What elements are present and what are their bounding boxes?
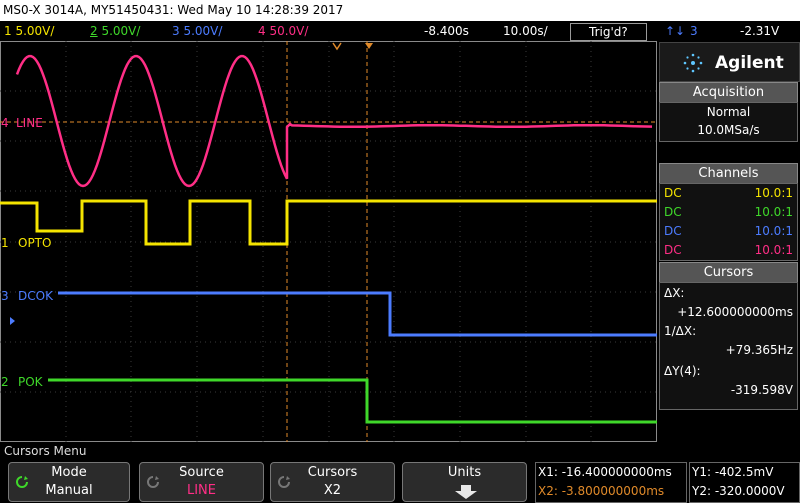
opto-channel-number: 1 — [1, 236, 9, 250]
units-softkey[interactable]: Units — [402, 462, 527, 502]
pok-label: POK — [18, 375, 44, 389]
trigger-edge-icon: ↑↓ — [665, 24, 686, 38]
ch4-coupling: DC — [664, 243, 682, 257]
units-softkey-label: Units — [447, 465, 482, 480]
ch4-probe: 10.0:1 — [754, 243, 793, 257]
trigger-level[interactable]: -2.31V — [740, 21, 779, 41]
submenu-arrow-down-icon — [455, 485, 477, 499]
source-softkey-label: Source — [179, 465, 224, 480]
mode-softkey-label: Mode — [51, 465, 87, 480]
pok-channel-number: 2 — [1, 375, 9, 389]
source-softkey-value: LINE — [186, 483, 216, 498]
line-label: LINE — [16, 116, 43, 130]
channels-header: Channels — [659, 163, 798, 183]
inv-delta-x-value: +79.365Hz — [725, 343, 793, 357]
ch1-coupling: DC — [664, 186, 682, 200]
acquisition-section[interactable]: Normal 10.0MSa/s — [659, 102, 798, 142]
acquisition-header: Acquisition — [659, 82, 798, 102]
trigger-status-badge: Trig'd? — [570, 23, 647, 41]
ch4-status[interactable]: 4 50.0V/ — [258, 21, 308, 41]
ch3-coupling: DC — [664, 224, 682, 238]
trigger-source: 3 — [690, 24, 698, 38]
side-panel: Agilent Acquisition Normal 10.0MSa/s Cha… — [659, 41, 800, 442]
agilent-spark-icon — [683, 53, 703, 73]
sample-rate: 10.0MSa/s — [697, 123, 760, 137]
delta-y-value: -319.598V — [730, 383, 793, 397]
delay-readout[interactable]: -8.400s — [424, 21, 469, 41]
cursor-y1-readout: Y1: -402.5mV — [692, 465, 774, 479]
ch1-probe: 10.0:1 — [754, 186, 793, 200]
ch1-status[interactable]: 1 5.00V/ — [4, 21, 54, 41]
cursor-x1-readout: X1: -16.400000000ms — [538, 465, 672, 479]
ch2-scale: 5.00V/ — [101, 24, 141, 38]
dcok-channel-number: 3 — [1, 289, 9, 303]
cursors-section[interactable]: ΔX: +12.600000000ms 1/ΔX: +79.365Hz ΔY(4… — [659, 282, 798, 410]
cursor-y2-readout: Y2: -320.0000V — [692, 484, 785, 498]
ch2-coupling: DC — [664, 205, 682, 219]
menu-title: Cursors Menu — [4, 444, 87, 458]
timebase-readout[interactable]: 10.00s/ — [503, 21, 548, 41]
channels-section[interactable]: DC 10.0:1 DC 10.0:1 DC 10.0:1 DC 10.0:1 — [659, 183, 798, 261]
ch1-number: 1 — [4, 24, 12, 38]
dcok-label: DCOK — [18, 289, 54, 303]
ch4-scale: 50.0V/ — [269, 24, 309, 38]
cursor-readout: X1: -16.400000000ms X2: -3.800000000ms Y… — [535, 462, 800, 503]
ch1-scale: 5.00V/ — [15, 24, 55, 38]
cursors-softkey[interactable]: Cursors X2 — [270, 462, 395, 502]
channel-status-row: 1 5.00V/ 2 5.00V/ 3 5.00V/ 4 50.0V/ -8.4… — [0, 21, 800, 41]
opto-label: OPTO — [18, 236, 51, 250]
mode-softkey-value: Manual — [45, 483, 93, 498]
ch2-probe: 10.0:1 — [754, 205, 793, 219]
delta-x-value: +12.600000000ms — [677, 305, 793, 319]
brand-name: Agilent — [715, 53, 784, 73]
ch3-number: 3 — [172, 24, 180, 38]
source-softkey[interactable]: Source LINE — [139, 462, 264, 502]
delta-x-label: ΔX: — [664, 286, 685, 300]
acquisition-mode: Normal — [706, 105, 751, 119]
window-title: MS0-X 3014A, MY51450431: Wed May 10 14:2… — [3, 3, 344, 17]
cursor-x-readout-box: X1: -16.400000000ms X2: -3.800000000ms — [535, 462, 687, 503]
cursor-x2-readout: X2: -3.800000000ms — [538, 484, 665, 498]
line-channel-number: 4 — [1, 116, 9, 130]
cursors-softkey-label: Cursors — [307, 465, 358, 480]
ch3-status[interactable]: 3 5.00V/ — [172, 21, 222, 41]
cursor-y-readout-box: Y1: -402.5mV Y2: -320.0000V — [689, 462, 800, 503]
ch2-status[interactable]: 2 5.00V/ — [90, 21, 140, 41]
title-bar: MS0-X 3014A, MY51450431: Wed May 10 14:2… — [0, 0, 800, 21]
brand-box: Agilent — [659, 42, 800, 82]
ch4-number: 4 — [258, 24, 266, 38]
ch2-number: 2 — [90, 24, 98, 38]
cursors-header: Cursors — [659, 262, 798, 282]
inv-delta-x-label: 1/ΔX: — [664, 324, 697, 338]
waveform-display[interactable]: 4 LINE 1 OPTO 3 DCOK 2 POK — [0, 41, 657, 442]
cursors-softkey-value: X2 — [323, 483, 342, 498]
ch3-scale: 5.00V/ — [183, 24, 223, 38]
delta-y-label: ΔY(4): — [664, 364, 701, 378]
mode-softkey[interactable]: Mode Manual — [8, 462, 130, 502]
ch3-probe: 10.0:1 — [754, 224, 793, 238]
